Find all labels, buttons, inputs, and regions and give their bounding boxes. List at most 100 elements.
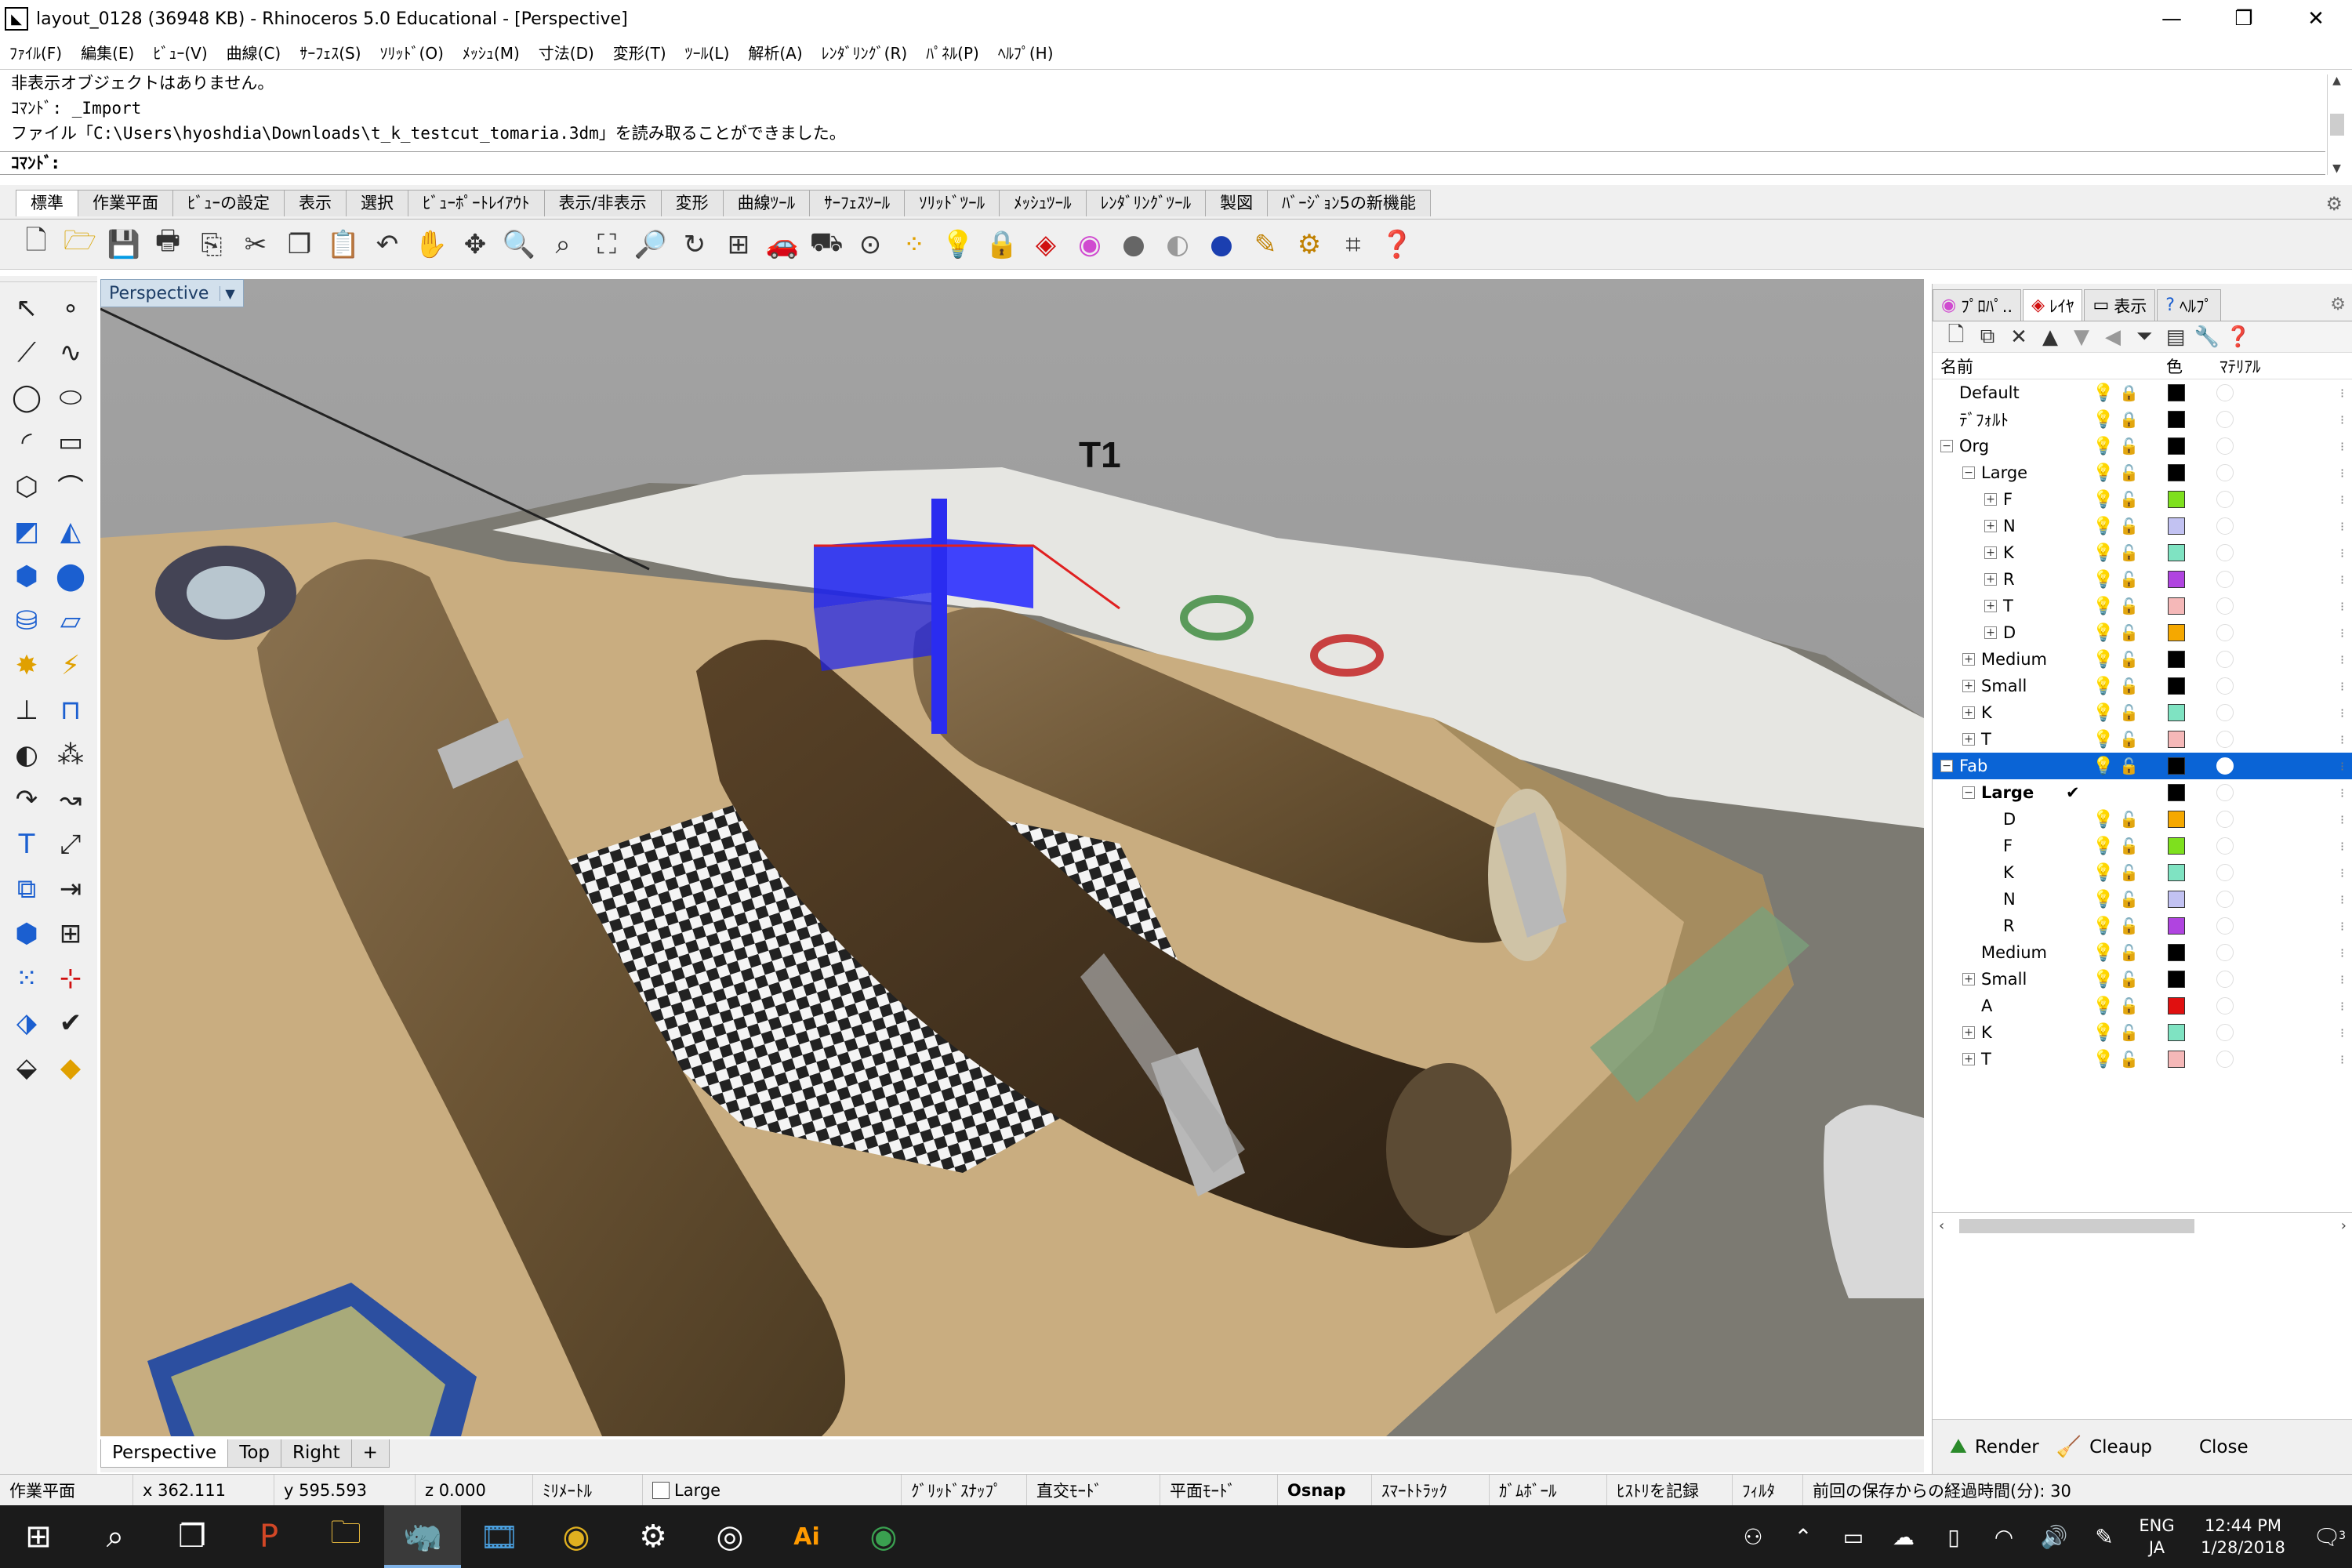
car-icon[interactable]: 🚗 (760, 223, 804, 267)
print-color-icon[interactable]: ⁝ (2340, 439, 2344, 454)
visibility-bulb-icon[interactable]: 💡 (2092, 463, 2114, 483)
material-circle-icon[interactable] (2216, 491, 2234, 508)
cleanup-button[interactable]: 🧹 Cleaup (2056, 1436, 2152, 1459)
unlock-icon[interactable]: 🔓 (2119, 490, 2139, 509)
expand-icon[interactable]: + (1984, 546, 1997, 559)
material-circle-icon[interactable] (2216, 571, 2234, 588)
planar-toggle[interactable]: 平面ﾓｰﾄﾞ (1160, 1474, 1278, 1506)
tab-right[interactable]: Right (281, 1439, 352, 1468)
layer-row[interactable]: − Fab 💡 🔓 ⁝ (1933, 753, 2352, 779)
check-icon[interactable]: ✔ (49, 1000, 93, 1045)
wifi-icon[interactable]: ◠ (1979, 1524, 2029, 1550)
unlock-icon[interactable]: 🔓 (2119, 437, 2139, 456)
layer-color-swatch[interactable] (2168, 437, 2185, 455)
toolbar-tab[interactable]: ﾋﾞｭｰの設定 (172, 190, 285, 216)
unlock-icon[interactable]: 🔓 (2119, 890, 2139, 909)
layer-row[interactable]: + N 💡 🔓 ⁝ (1933, 513, 2352, 539)
layer-row[interactable]: A 💡 🔓 ⁝ (1933, 993, 2352, 1019)
layer-name[interactable]: A (1981, 996, 1992, 1015)
visibility-bulb-icon[interactable]: 💡 (2092, 970, 2114, 989)
windows-start-icon[interactable]: ⊞ (0, 1505, 77, 1568)
layer-name[interactable]: K (2003, 863, 2014, 882)
layer-row[interactable]: + Small 💡 🔓 ⁝ (1933, 966, 2352, 993)
save-icon[interactable]: 💾 (102, 223, 146, 267)
layer-row[interactable]: − Large ✔ ⁝ (1933, 779, 2352, 806)
layer-color-swatch[interactable] (2168, 1051, 2185, 1068)
material-circle-icon[interactable] (2216, 704, 2234, 721)
visibility-bulb-icon[interactable]: 💡 (2092, 996, 2114, 1016)
horizontal-scrollbar[interactable]: ‹ › (1933, 1212, 2352, 1239)
visibility-bulb-icon[interactable]: 💡 (2092, 677, 2114, 696)
layer-name[interactable]: Large (1981, 783, 2034, 802)
tools-icon[interactable]: 🔧 (2191, 323, 2223, 351)
lock-icon[interactable]: 🔒 (2119, 410, 2139, 429)
print-color-icon[interactable]: ⁝ (2340, 519, 2344, 534)
layer-color-swatch[interactable] (2168, 757, 2185, 775)
powerpoint-icon[interactable]: P (230, 1505, 307, 1568)
move-out-icon[interactable]: ◀ (2097, 323, 2129, 351)
visibility-bulb-icon[interactable]: 💡 (2092, 490, 2114, 510)
layer-name[interactable]: K (2003, 543, 2014, 562)
layer-color-swatch[interactable] (2168, 917, 2185, 935)
layer-color-swatch[interactable] (2168, 971, 2185, 988)
status-layer[interactable]: Large (643, 1474, 902, 1506)
layer-name[interactable]: Medium (1981, 943, 2047, 962)
layer-name[interactable]: Small (1981, 970, 2027, 989)
layer-name[interactable]: K (1981, 703, 1992, 722)
fillet-icon[interactable]: ⌒ (49, 464, 93, 509)
scroll-right-icon[interactable]: › (2341, 1218, 2347, 1234)
layer-name[interactable]: N (2003, 890, 2016, 909)
layer-color-swatch[interactable] (2168, 837, 2185, 855)
import-icon[interactable]: ⎘ (190, 223, 234, 267)
menu-transform[interactable]: 変形(T) (604, 41, 676, 64)
circle-icon[interactable]: ◯ (5, 375, 49, 419)
osnap-toggle[interactable]: Osnap (1278, 1474, 1372, 1506)
ellipse-icon[interactable]: ⬭ (49, 375, 93, 419)
print-color-icon[interactable]: ⁝ (2340, 546, 2344, 561)
print-color-icon[interactable]: ⁝ (2340, 466, 2344, 481)
unlock-icon[interactable]: 🔓 (2119, 757, 2139, 775)
layer-color-swatch[interactable] (2168, 517, 2185, 535)
visibility-bulb-icon[interactable]: 💡 (2092, 1023, 2114, 1043)
menu-view[interactable]: ﾋﾞｭｰ(V) (143, 41, 216, 64)
visibility-bulb-icon[interactable]: 💡 (2092, 623, 2114, 643)
cplane-icon[interactable]: ⊙ (848, 223, 892, 267)
chrome-profile-icon[interactable]: ◉ (845, 1505, 922, 1568)
print-color-icon[interactable]: ⁝ (2340, 1052, 2344, 1067)
menu-panels[interactable]: ﾊﾟﾈﾙ(P) (916, 41, 989, 64)
unlock-icon[interactable]: 🔓 (2119, 810, 2139, 829)
paste-icon[interactable]: 📋 (321, 223, 365, 267)
smarttrack-toggle[interactable]: ｽﾏｰﾄﾄﾗｯｸ (1372, 1474, 1490, 1506)
menu-render[interactable]: ﾚﾝﾀﾞﾘﾝｸﾞ(R) (812, 41, 917, 64)
material-circle-icon[interactable] (2216, 784, 2234, 801)
display-tray-icon[interactable]: ▭ (1828, 1524, 1878, 1550)
print-color-icon[interactable]: ⁝ (2340, 946, 2344, 960)
unlock-icon[interactable]: 🔓 (2119, 517, 2139, 535)
material-circle-icon[interactable] (2216, 891, 2234, 908)
material-circle-icon[interactable] (2216, 517, 2234, 535)
grid-snap-icon[interactable]: ⊞ (49, 911, 93, 956)
undo-icon[interactable]: ↶ (365, 223, 409, 267)
visibility-bulb-icon[interactable]: 💡 (2092, 837, 2114, 856)
material-circle-icon[interactable] (2216, 864, 2234, 881)
layer-name[interactable]: Fab (1959, 757, 1987, 775)
material-circle-icon[interactable] (2216, 651, 2234, 668)
expand-icon[interactable]: + (1962, 1026, 1975, 1039)
analyze-icon[interactable]: ⬗ (5, 1000, 49, 1045)
print-color-icon[interactable]: ⁝ (2340, 919, 2344, 934)
visibility-bulb-icon[interactable]: 💡 (2092, 1050, 2114, 1069)
toolbar-tab[interactable]: ﾋﾞｭｰﾎﾟｰﾄﾚｲｱｳﾄ (408, 190, 545, 216)
layer-row[interactable]: + Small 💡 🔓 ⁝ (1933, 673, 2352, 699)
layer-color-swatch[interactable] (2168, 624, 2185, 641)
collapse-icon[interactable]: − (1940, 760, 1953, 772)
layer-color-swatch[interactable] (2168, 1024, 2185, 1041)
unlock-icon[interactable]: 🔓 (2119, 623, 2139, 642)
print-color-icon[interactable]: ⁝ (2340, 732, 2344, 747)
scroll-up-icon[interactable]: ▲ (2332, 74, 2341, 87)
layer-row[interactable]: D 💡 🔓 ⁝ (1933, 806, 2352, 833)
layer-row[interactable]: F 💡 🔓 ⁝ (1933, 833, 2352, 859)
search-icon[interactable]: ⌕ (77, 1505, 154, 1568)
new-sublayer-icon[interactable]: ⧉ (1972, 323, 2003, 351)
material-circle-icon[interactable] (2216, 411, 2234, 428)
layer-row[interactable]: + T 💡 🔓 ⁝ (1933, 726, 2352, 753)
